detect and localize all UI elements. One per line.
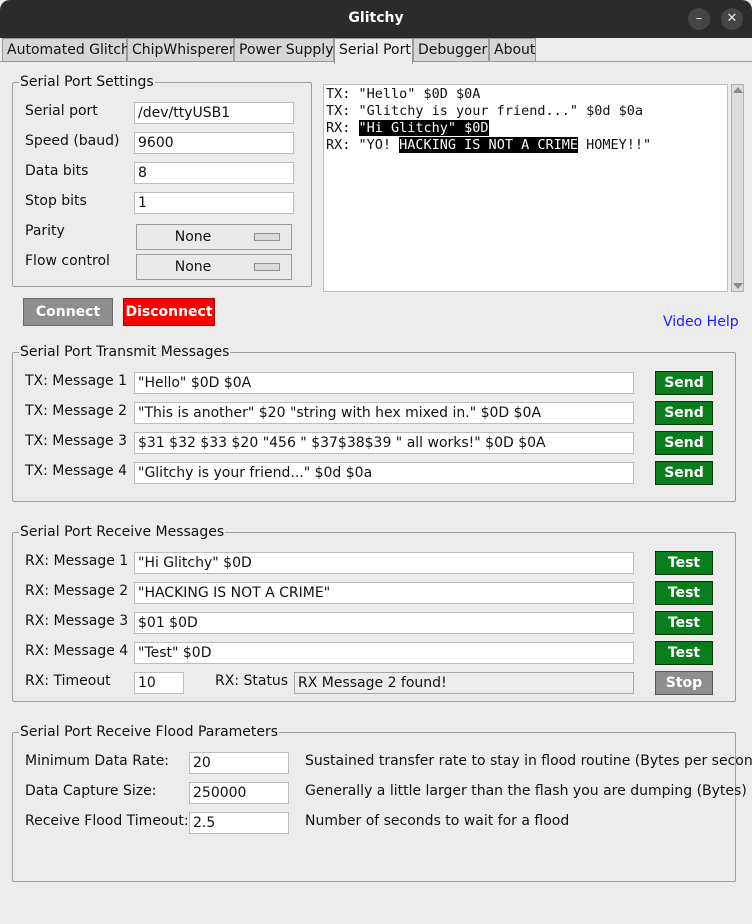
- data-bits-input[interactable]: 8: [134, 162, 294, 184]
- tab-about[interactable]: About: [489, 38, 536, 62]
- rx-timeout-input[interactable]: 10: [134, 672, 184, 694]
- tab-bar: Automated Glitch ChipWhisperer Power Sup…: [0, 38, 752, 64]
- rx-message-2-label: RX: Message 2: [25, 583, 129, 599]
- stop-button[interactable]: Stop: [655, 671, 713, 695]
- flood-timeout-desc: Number of seconds to wait for a flood: [305, 813, 570, 829]
- title-bar: Glitchy – ✕: [0, 0, 752, 38]
- stop-bits-label: Stop bits: [25, 193, 87, 209]
- rx-timeout-label: RX: Timeout: [25, 673, 111, 689]
- test-button-2[interactable]: Test: [655, 581, 713, 605]
- rx-message-4-input[interactable]: "Test" $0D: [134, 642, 634, 664]
- rx-message-2-input[interactable]: "HACKING IS NOT A CRIME": [134, 582, 634, 604]
- tx-message-4-input[interactable]: "Glitchy is your friend..." $0d $0a: [134, 462, 634, 484]
- video-help-link[interactable]: Video Help: [663, 314, 739, 330]
- rx-message-4-label: RX: Message 4: [25, 643, 129, 659]
- console-line: RX: "Hi Glitchy" $0D: [326, 120, 489, 136]
- send-button-1[interactable]: Send: [655, 371, 713, 395]
- flow-control-select[interactable]: None: [136, 254, 292, 280]
- tab-power-supply[interactable]: Power Supply: [234, 38, 334, 62]
- test-button-4[interactable]: Test: [655, 641, 713, 665]
- speed-label: Speed (baud): [25, 133, 120, 149]
- tx-message-3-label: TX: Message 3: [25, 433, 128, 449]
- stop-bits-input[interactable]: 1: [134, 192, 294, 214]
- receive-title: Serial Port Receive Messages: [19, 524, 226, 540]
- dropdown-indicator-icon: [254, 263, 280, 271]
- data-bits-label: Data bits: [25, 163, 89, 179]
- disconnect-button[interactable]: Disconnect: [123, 298, 215, 326]
- tab-debugger[interactable]: Debugger: [413, 38, 489, 62]
- rx-status-field: RX Message 2 found!: [294, 672, 634, 694]
- tx-message-3-input[interactable]: $31 $32 $33 $20 "456 " $37$38$39 " all w…: [134, 432, 634, 454]
- serial-console[interactable]: TX: "Hello" $0D $0A TX: "Glitchy is your…: [323, 84, 728, 292]
- flow-control-value: None: [174, 259, 212, 275]
- tx-message-2-label: TX: Message 2: [25, 403, 128, 419]
- minimize-button[interactable]: –: [688, 8, 710, 30]
- flood-timeout-input[interactable]: 2.5: [189, 812, 289, 834]
- serial-port-input[interactable]: /dev/ttyUSB1: [134, 102, 294, 124]
- rx-message-1-input[interactable]: "Hi Glitchy" $0D: [134, 552, 634, 574]
- tx-message-2-input[interactable]: "This is another" $20 "string with hex m…: [134, 402, 634, 424]
- tab-automated-glitch[interactable]: Automated Glitch: [2, 38, 130, 62]
- parity-label: Parity: [25, 223, 65, 239]
- serial-port-label: Serial port: [25, 103, 98, 119]
- send-button-3[interactable]: Send: [655, 431, 713, 455]
- tx-message-4-label: TX: Message 4: [25, 463, 128, 479]
- tx-message-1-label: TX: Message 1: [25, 373, 128, 389]
- console-highlight: "Hi Glitchy" $0D: [358, 120, 489, 136]
- min-data-rate-input[interactable]: 20: [189, 752, 289, 774]
- capture-size-desc: Generally a little larger than the flash…: [305, 783, 747, 799]
- rx-status-label: RX: Status: [215, 673, 289, 689]
- tab-chipwhisperer[interactable]: ChipWhisperer: [127, 38, 235, 62]
- dropdown-indicator-icon: [254, 233, 280, 241]
- rx-message-3-input[interactable]: $01 $0D: [134, 612, 634, 634]
- serial-settings-title: Serial Port Settings: [19, 74, 155, 90]
- scroll-up-icon[interactable]: [733, 87, 743, 93]
- parity-value: None: [174, 229, 212, 245]
- capture-size-label: Data Capture Size:: [25, 783, 157, 799]
- console-line: TX: "Glitchy is your friend..." $0d $0a: [326, 103, 643, 119]
- rx-message-3-label: RX: Message 3: [25, 613, 129, 629]
- tab-serial-port[interactable]: Serial Port: [334, 38, 413, 64]
- send-button-2[interactable]: Send: [655, 401, 713, 425]
- transmit-title: Serial Port Transmit Messages: [19, 344, 231, 360]
- test-button-1[interactable]: Test: [655, 551, 713, 575]
- parity-select[interactable]: None: [136, 224, 292, 250]
- rx-message-1-label: RX: Message 1: [25, 553, 129, 569]
- close-button[interactable]: ✕: [721, 8, 743, 30]
- min-data-rate-desc: Sustained transfer rate to stay in flood…: [305, 753, 752, 769]
- send-button-4[interactable]: Send: [655, 461, 713, 485]
- scroll-down-icon[interactable]: [733, 283, 743, 289]
- tx-message-1-input[interactable]: "Hello" $0D $0A: [134, 372, 634, 394]
- flood-timeout-label: Receive Flood Timeout:: [25, 813, 189, 829]
- console-scrollbar[interactable]: [731, 84, 744, 292]
- flow-control-label: Flow control: [25, 253, 110, 269]
- window-title: Glitchy: [348, 10, 404, 26]
- capture-size-input[interactable]: 250000: [189, 782, 289, 804]
- speed-input[interactable]: 9600: [134, 132, 294, 154]
- test-button-3[interactable]: Test: [655, 611, 713, 635]
- console-line: RX: "YO! HACKING IS NOT A CRIME HOMEY!!": [326, 137, 652, 153]
- min-data-rate-label: Minimum Data Rate:: [25, 753, 170, 769]
- flood-title: Serial Port Receive Flood Parameters: [19, 724, 280, 740]
- console-highlight: HACKING IS NOT A CRIME: [399, 137, 578, 153]
- console-line: TX: "Hello" $0D $0A: [326, 86, 481, 102]
- connect-button[interactable]: Connect: [23, 298, 113, 326]
